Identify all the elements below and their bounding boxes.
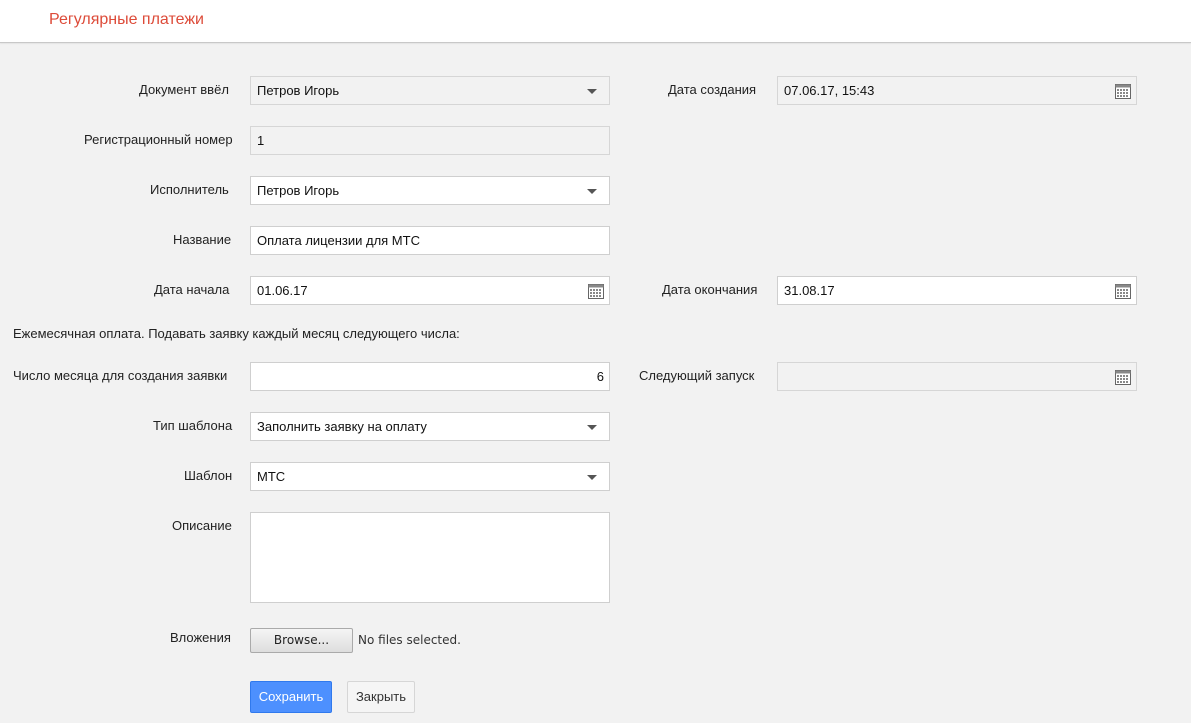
executor-label: Исполнитель: [150, 182, 229, 197]
template-select[interactable]: МТС: [250, 462, 610, 491]
page-header: Регулярные платежи: [0, 0, 1191, 43]
reg-number-field: 1: [250, 126, 610, 155]
next-run-label: Следующий запуск: [639, 368, 755, 383]
calendar-icon[interactable]: [1115, 369, 1131, 385]
template-label: Шаблон: [184, 468, 233, 483]
page-title: Регулярные платежи: [49, 11, 204, 28]
monthly-note: Ежемесячная оплата. Подавать заявку кажд…: [13, 326, 460, 341]
template-type-label: Тип шаблона: [153, 418, 233, 433]
close-button[interactable]: Закрыть: [347, 681, 415, 713]
description-label: Описание: [172, 518, 232, 533]
end-date-input[interactable]: 31.08.17: [777, 276, 1137, 305]
start-date-value: 01.06.17: [257, 283, 308, 298]
day-of-month-label: Число месяца для создания заявки: [13, 368, 228, 383]
template-value: МТС: [257, 469, 286, 484]
calendar-icon[interactable]: [1115, 83, 1131, 99]
template-type-select[interactable]: Заполнить заявку на оплату: [250, 412, 610, 441]
name-label: Название: [173, 232, 232, 247]
calendar-icon[interactable]: [1115, 283, 1131, 299]
end-date-label: Дата окончания: [662, 282, 758, 297]
created-date-label: Дата создания: [668, 82, 757, 97]
chevron-down-icon: [587, 475, 597, 480]
reg-number-value: 1: [257, 133, 265, 148]
created-date-value: 07.06.17, 15:43: [784, 83, 875, 98]
chevron-down-icon: [587, 425, 597, 430]
chevron-down-icon: [587, 189, 597, 194]
start-date-label: Дата начала: [154, 282, 230, 297]
template-type-value: Заполнить заявку на оплату: [257, 419, 427, 434]
chevron-down-icon: [587, 89, 597, 94]
day-of-month-value: 6: [596, 369, 604, 384]
save-button[interactable]: Сохранить: [250, 681, 332, 713]
browse-button[interactable]: Browse...: [250, 628, 353, 653]
file-status: No files selected.: [358, 633, 461, 647]
next-run-field: [777, 362, 1137, 391]
name-input[interactable]: Оплата лицензии для МТС: [250, 226, 610, 255]
start-date-input[interactable]: 01.06.17: [250, 276, 610, 305]
executor-value: Петров Игорь: [257, 183, 340, 198]
calendar-icon[interactable]: [588, 283, 604, 299]
author-label: Документ ввёл: [139, 82, 229, 97]
day-of-month-input[interactable]: 6: [250, 362, 610, 391]
end-date-value: 31.08.17: [784, 283, 835, 298]
name-value: Оплата лицензии для МТС: [257, 233, 420, 248]
author-value: Петров Игорь: [257, 83, 340, 98]
executor-select[interactable]: Петров Игорь: [250, 176, 610, 205]
attachments-label: Вложения: [170, 630, 231, 645]
created-date-field: 07.06.17, 15:43: [777, 76, 1137, 105]
author-select[interactable]: Петров Игорь: [250, 76, 610, 105]
description-textarea[interactable]: [250, 512, 610, 603]
reg-number-label: Регистрационный номер: [84, 132, 233, 147]
